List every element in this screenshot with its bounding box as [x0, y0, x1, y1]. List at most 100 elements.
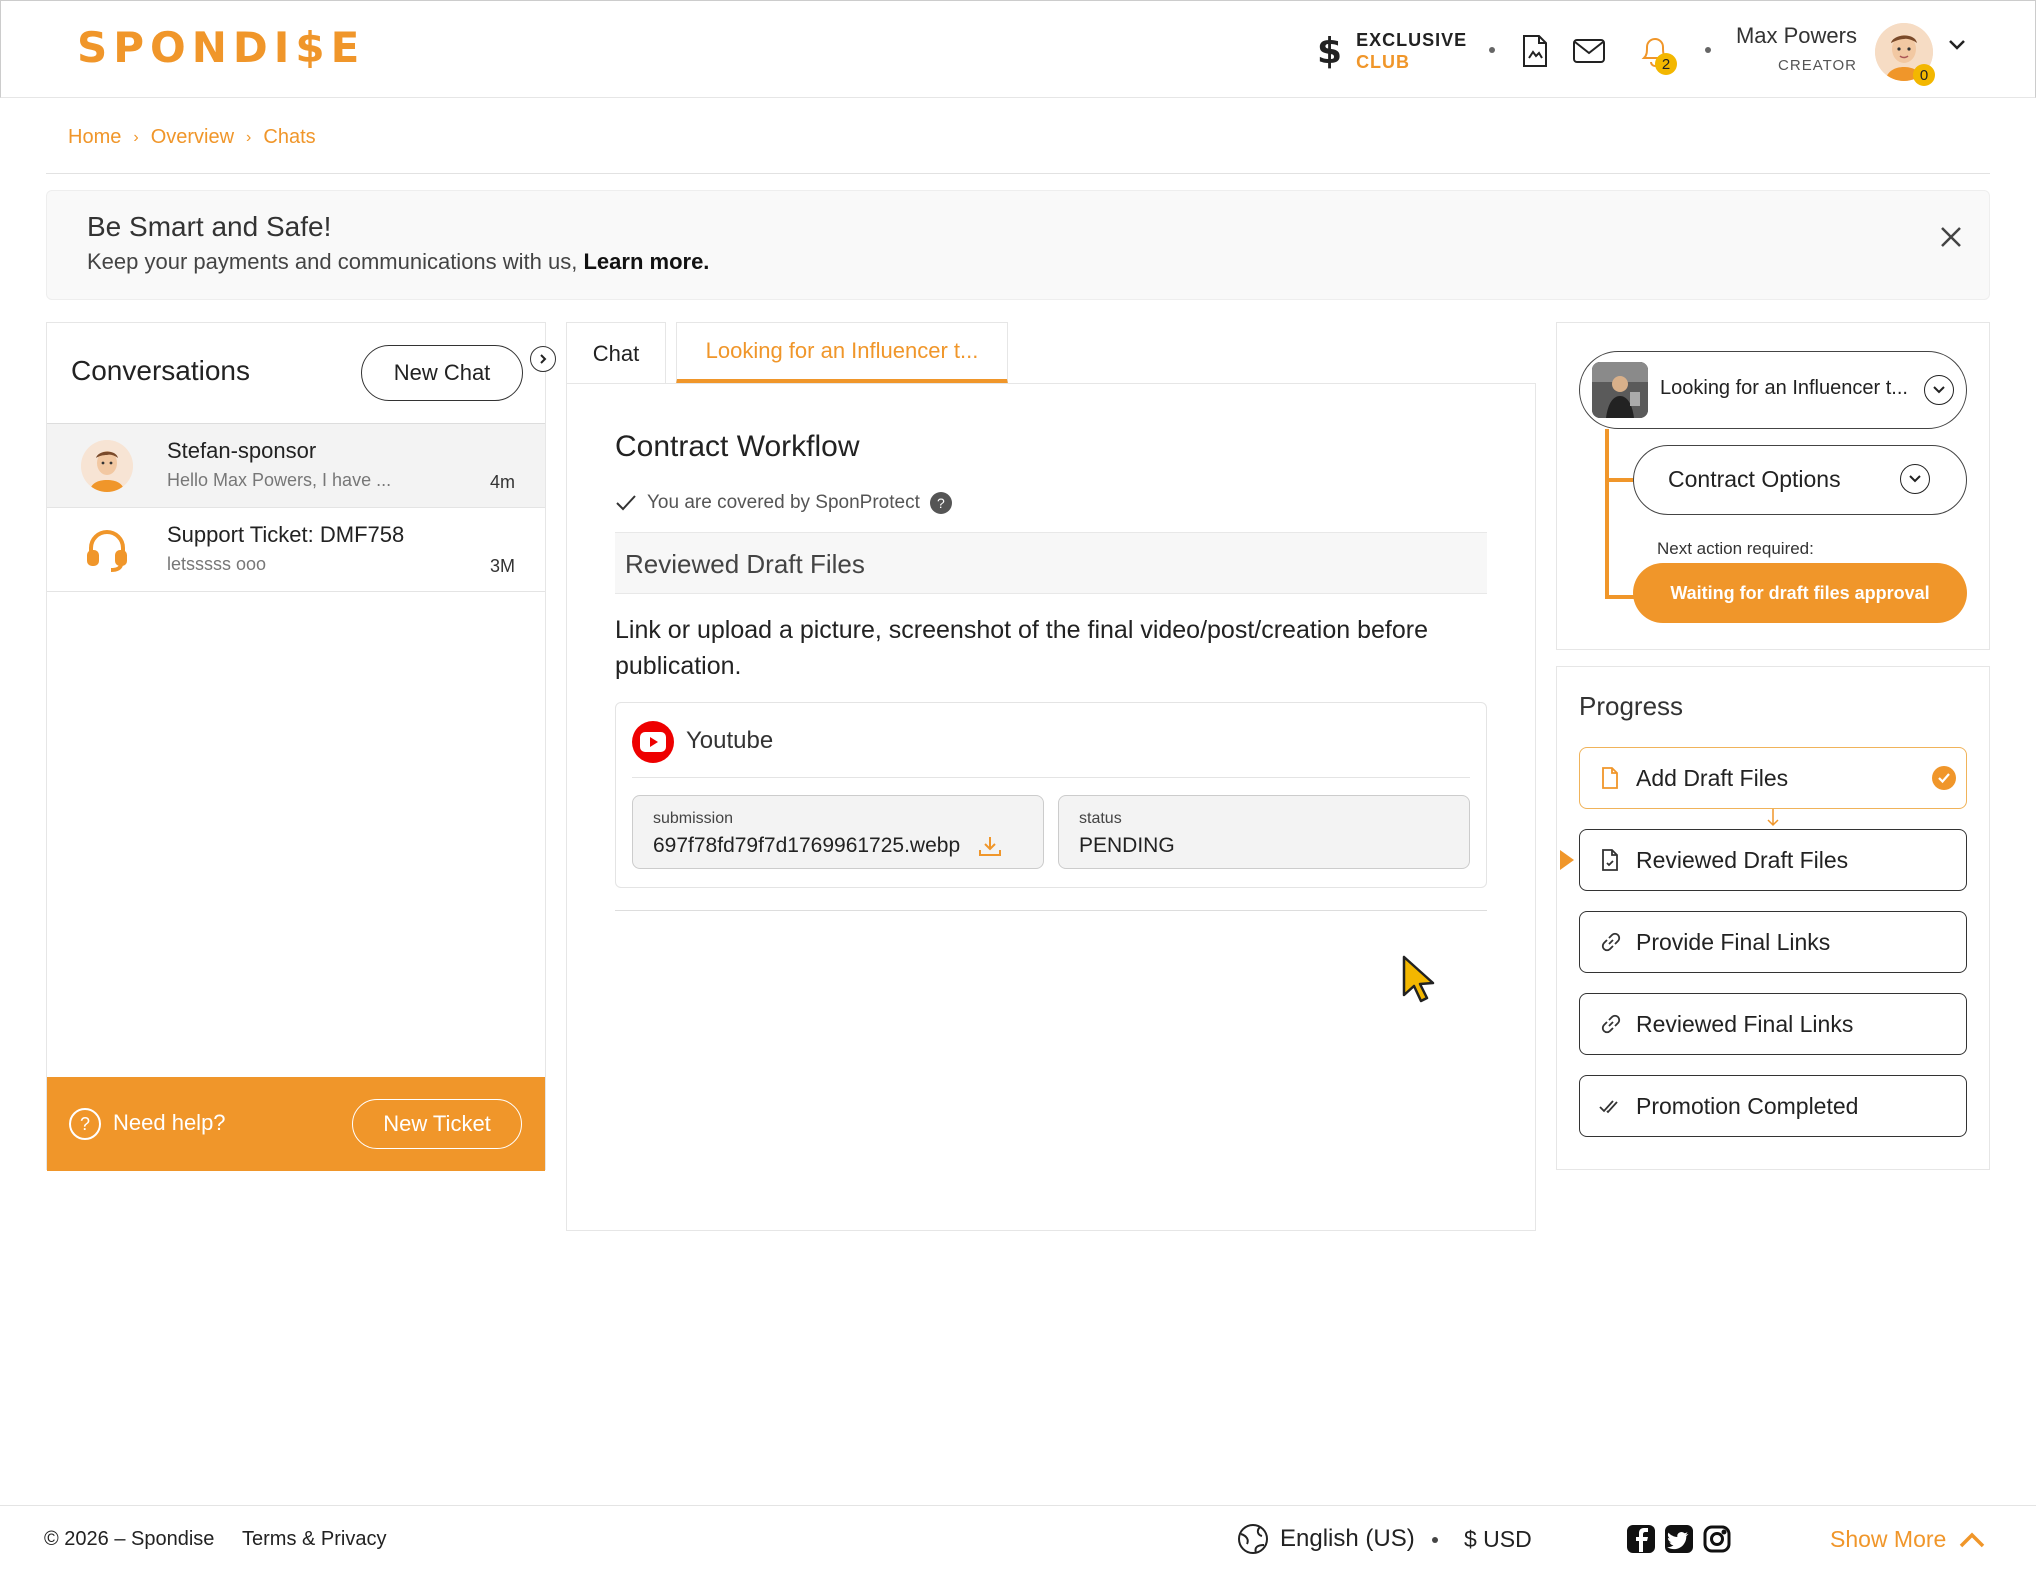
- divider: [46, 173, 1990, 174]
- next-action-button[interactable]: Waiting for draft files approval: [1633, 563, 1967, 623]
- tree-connector: [1605, 478, 1635, 482]
- collapse-panel-button[interactable]: [530, 346, 556, 372]
- header-separator-dot: [1489, 47, 1495, 53]
- mail-icon[interactable]: [1571, 33, 1607, 69]
- facebook-icon[interactable]: [1626, 1524, 1656, 1554]
- contract-workflow-panel: Contract Workflow You are covered by Spo…: [566, 383, 1536, 1231]
- conversation-item[interactable]: Stefan-sponsor Hello Max Powers, I have …: [47, 424, 545, 508]
- close-icon[interactable]: [1933, 219, 1969, 255]
- tab-chat[interactable]: Chat: [566, 322, 666, 384]
- avatar: [81, 440, 133, 492]
- progress-step-reviewed-final-links[interactable]: Reviewed Final Links: [1579, 993, 1967, 1055]
- chevron-right-icon: ›: [133, 128, 139, 146]
- contract-options-panel: Looking for an Influencer t... Contract …: [1556, 322, 1990, 650]
- submission-field[interactable]: submission 697f78fd79f7d1769961725.webp: [632, 795, 1044, 869]
- exclusive-club-link[interactable]: $ EXCLUSIVE CLUB: [1317, 29, 1467, 73]
- new-ticket-button[interactable]: New Ticket: [352, 1099, 522, 1149]
- link-icon: [1598, 1012, 1622, 1036]
- show-more-button[interactable]: Show More: [1830, 1526, 1986, 1553]
- progress-title: Progress: [1579, 691, 1684, 721]
- submission-card: Youtube submission 697f78fd79f7d17699617…: [615, 702, 1487, 888]
- download-icon[interactable]: [977, 834, 1003, 864]
- status-label: status: [1079, 810, 1122, 827]
- spondise-logo[interactable]: SPONDI$E: [77, 15, 365, 79]
- dollar-club-icon: $: [1317, 30, 1343, 72]
- status-field: status PENDING: [1058, 795, 1470, 869]
- progress-step-reviewed-draft-files[interactable]: Reviewed Draft Files: [1579, 829, 1967, 891]
- language-label: English (US): [1280, 1525, 1415, 1552]
- help-tooltip-icon[interactable]: ?: [929, 492, 952, 514]
- project-title: Looking for an Influencer t...: [1660, 377, 1908, 399]
- sponprotect-note: You are covered by SponProtect ?: [615, 492, 952, 514]
- progress-step-label: Promotion Completed: [1636, 1093, 1859, 1119]
- learn-more-link[interactable]: Learn more.: [583, 249, 709, 274]
- document-icon[interactable]: [1517, 33, 1553, 69]
- user-name[interactable]: Max Powers: [1736, 23, 1857, 49]
- breadcrumb-overview[interactable]: Overview: [151, 126, 234, 149]
- globe-icon: [1238, 1524, 1268, 1554]
- file-check-icon: [1598, 848, 1622, 872]
- progress-step-promotion-completed[interactable]: Promotion Completed: [1579, 1075, 1967, 1137]
- chevron-right-icon: ›: [246, 128, 252, 146]
- terms-privacy-link[interactable]: Terms & Privacy: [242, 1528, 386, 1551]
- tree-connector: [1605, 595, 1635, 599]
- contract-options-dropdown[interactable]: Contract Options: [1633, 445, 1967, 515]
- conversation-list: Stefan-sponsor Hello Max Powers, I have …: [47, 423, 545, 592]
- project-thumbnail: [1592, 362, 1648, 418]
- currency-selector[interactable]: $ USD: [1464, 1526, 1532, 1553]
- logo-text: SPONDI$E: [77, 22, 366, 72]
- progress-step-label: Reviewed Draft Files: [1636, 847, 1849, 873]
- chevron-down-icon[interactable]: [1900, 464, 1930, 494]
- avatar-badge: 0: [1913, 64, 1935, 86]
- submission-label: submission: [653, 810, 734, 827]
- conversations-title: Conversations: [71, 355, 250, 386]
- breadcrumb-chats[interactable]: Chats: [263, 126, 315, 149]
- workflow-title: Contract Workflow: [615, 430, 860, 463]
- club-label-line2: CLUB: [1356, 52, 1411, 72]
- new-chat-button[interactable]: New Chat: [361, 345, 523, 401]
- notification-bell-icon[interactable]: 2: [1637, 33, 1677, 75]
- tree-connector: [1605, 429, 1609, 599]
- platform-name: Youtube: [686, 727, 774, 754]
- progress-step-add-draft-files[interactable]: Add Draft Files: [1579, 747, 1967, 809]
- chevron-down-icon[interactable]: [1924, 375, 1954, 405]
- step-instructions: Link or upload a picture, screenshot of …: [615, 616, 1429, 680]
- banner-body: Keep your payments and communications wi…: [87, 249, 578, 274]
- conversation-name: Stefan-sponsor: [167, 438, 317, 463]
- conversation-preview: letsssss ooo: [167, 554, 267, 574]
- file-icon: [1598, 766, 1622, 790]
- sponprotect-text: You are covered by SponProtect: [647, 492, 920, 513]
- tab-contract[interactable]: Looking for an Influencer t...: [676, 322, 1008, 384]
- current-step-header: Reviewed Draft Files: [615, 532, 1487, 594]
- breadcrumb-home[interactable]: Home: [68, 126, 121, 149]
- user-role: CREATOR: [1778, 57, 1857, 74]
- help-bar: ? Need help? New Ticket: [47, 1077, 545, 1171]
- submission-value: 697f78fd79f7d1769961725.webp: [653, 834, 961, 857]
- progress-step-provide-final-links[interactable]: Provide Final Links: [1579, 911, 1967, 973]
- conversation-item[interactable]: Support Ticket: DMF758 letsssss ooo 3M: [47, 508, 545, 592]
- link-icon: [1598, 930, 1622, 954]
- chevron-up-icon: [1960, 1532, 1985, 1547]
- twitter-icon[interactable]: [1664, 1524, 1694, 1554]
- youtube-icon: [632, 721, 674, 763]
- safety-banner: Be Smart and Safe! Keep your payments an…: [46, 190, 1990, 300]
- conversation-time: 4m: [489, 472, 515, 492]
- progress-step-label: Add Draft Files: [1636, 765, 1789, 791]
- header-separator-dot: [1705, 47, 1711, 53]
- status-value: PENDING: [1079, 834, 1175, 857]
- chevron-down-icon[interactable]: [1947, 35, 1967, 58]
- check-icon: [616, 495, 636, 511]
- conversation-name: Support Ticket: DMF758: [167, 522, 405, 547]
- next-action-label: Next action required:: [1657, 539, 1814, 558]
- project-selector[interactable]: Looking for an Influencer t...: [1579, 351, 1967, 429]
- copyright: © 2026 – Spondise: [44, 1528, 215, 1550]
- current-step-marker-icon: [1560, 850, 1574, 870]
- contract-options-label: Contract Options: [1668, 466, 1841, 492]
- banner-title: Be Smart and Safe!: [87, 211, 332, 242]
- instagram-icon[interactable]: [1702, 1524, 1732, 1554]
- question-icon: ?: [69, 1108, 101, 1140]
- check-circle-icon: [1932, 766, 1956, 790]
- progress-step-label: Provide Final Links: [1636, 929, 1831, 955]
- divider: [632, 777, 1470, 778]
- language-selector[interactable]: English (US): [1236, 1522, 1415, 1556]
